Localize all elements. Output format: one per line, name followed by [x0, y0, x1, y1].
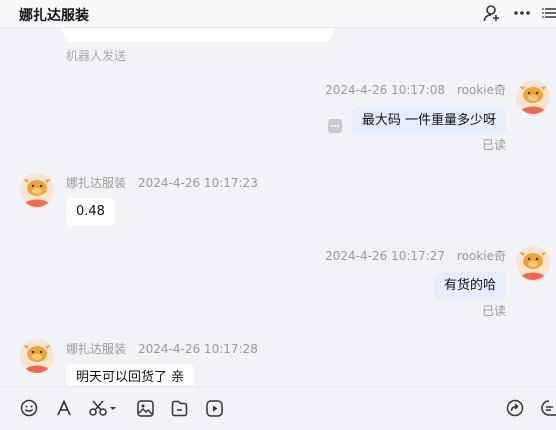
scissors-icon[interactable] — [89, 399, 119, 417]
image-icon[interactable] — [136, 399, 154, 417]
message-meta: 娜扎达服装 2024-4-26 10:17:28 — [66, 340, 258, 357]
message-bubble[interactable]: 明天可以回货了 亲 — [66, 364, 195, 386]
share-icon[interactable] — [506, 399, 524, 417]
avatar[interactable] — [20, 339, 54, 373]
message-bubble[interactable]: 最大码 一件重量多少呀 — [351, 107, 506, 135]
message-bubble[interactable]: 有货的哈 — [433, 272, 506, 300]
sender-name: 娜扎达服装 — [66, 176, 127, 190]
previous-message-bubble — [63, 28, 333, 42]
avatar[interactable] — [20, 173, 54, 207]
font-icon[interactable] — [55, 399, 73, 417]
read-status: 已读 — [481, 304, 506, 318]
add-user-icon[interactable] — [482, 4, 502, 22]
message-meta: 2024-4-26 10:17:27 rookie奇 — [325, 247, 506, 264]
message-more-icon[interactable] — [328, 119, 342, 133]
read-status: 已读 — [481, 138, 506, 152]
more-icon[interactable] — [512, 4, 532, 22]
message-meta: 2024-4-26 10:17:08 rookie奇 — [325, 81, 506, 98]
chat-header: 娜扎达服装 — [0, 0, 556, 28]
emoji-icon[interactable] — [20, 399, 38, 417]
input-toolbar — [0, 386, 556, 430]
message-meta: 娜扎达服装 2024-4-26 10:17:23 — [66, 174, 258, 191]
message-bubble[interactable]: 0.48 — [66, 198, 115, 226]
avatar[interactable] — [516, 246, 550, 280]
quick-reply-icon[interactable] — [540, 399, 556, 417]
robot-sent-note: 机器人发送 — [66, 49, 127, 63]
message-time: 2024-4-26 10:17:27 — [325, 249, 445, 263]
sender-name: rookie奇 — [456, 249, 506, 263]
message-time: 2024-4-26 10:17:08 — [325, 83, 445, 97]
sender-name: 娜扎达服装 — [66, 342, 127, 356]
avatar[interactable] — [516, 80, 550, 114]
folder-icon[interactable] — [170, 399, 188, 417]
chat-title: 娜扎达服装 — [19, 8, 89, 24]
message-time: 2024-4-26 10:17:28 — [138, 342, 258, 356]
message-time: 2024-4-26 10:17:23 — [138, 176, 258, 190]
list-icon[interactable] — [542, 4, 556, 22]
chat-area: 机器人发送 2024-4-26 10:17:08 rookie奇 最大码 一件重量… — [0, 28, 556, 386]
video-icon[interactable] — [205, 399, 223, 417]
sender-name: rookie奇 — [456, 83, 506, 97]
